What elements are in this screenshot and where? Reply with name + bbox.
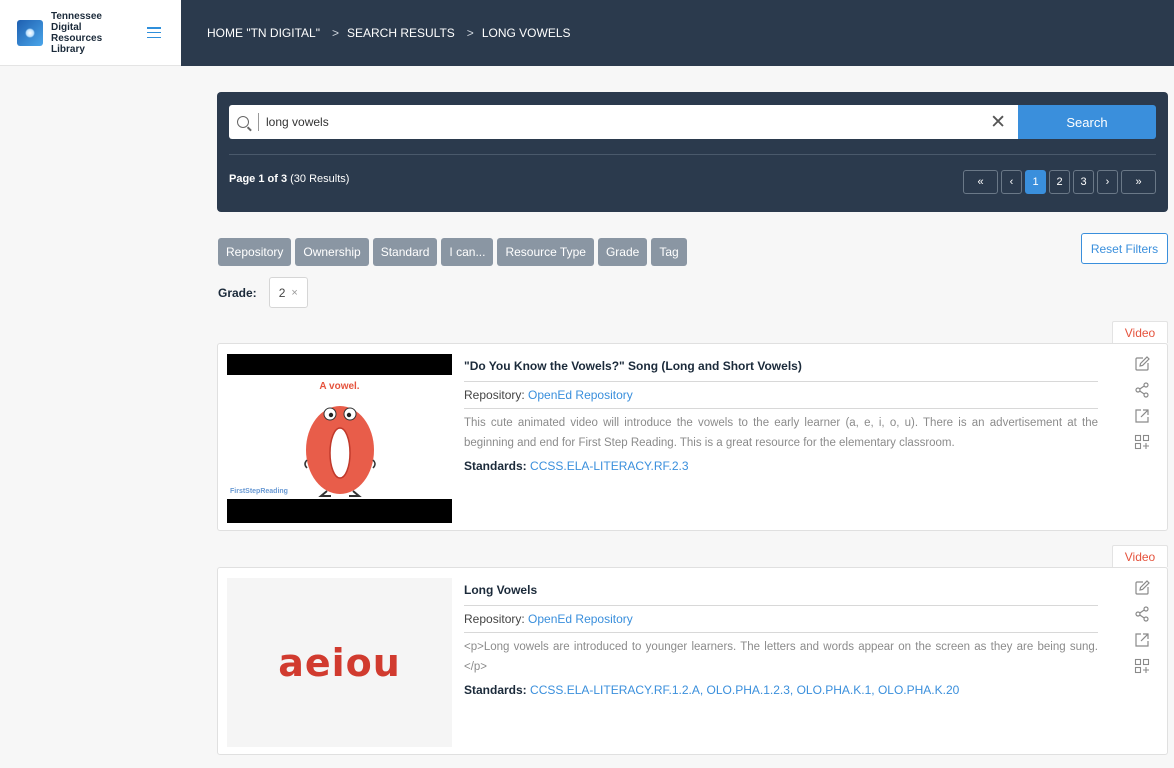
filter-tag[interactable]: Tag [651, 238, 687, 266]
result-description: <p>Long vowels are introduced to younger… [464, 641, 1098, 673]
share-icon[interactable] [1134, 606, 1150, 622]
search-box[interactable]: ✕ [229, 105, 1018, 139]
standards-link[interactable]: CCSS.ELA-LITERACY.RF.2.3 [530, 459, 689, 473]
type-tag: Video [1112, 545, 1168, 567]
result-card: A vowel. FirstStepReading "Do You Know t… [217, 343, 1168, 531]
edit-icon[interactable] [1134, 356, 1150, 372]
brand-name: Tennessee Digital Resources Library [51, 10, 103, 55]
result-actions [1129, 356, 1155, 450]
result-actions [1129, 580, 1155, 674]
clear-icon[interactable]: ✕ [990, 113, 1006, 132]
grade-chip-value: 2 [278, 285, 286, 300]
breadcrumb-separator: > [466, 26, 474, 40]
result-title[interactable]: "Do You Know the Vowels?" Song (Long and… [464, 354, 1098, 382]
grade-chip[interactable]: 2 × [268, 277, 308, 308]
results-summary: Page 1 of 3 (30 Results) [229, 173, 350, 185]
result-standards: Standards: CCSS.ELA-LITERACY.RF.2.3 [464, 459, 689, 473]
result-description: This cute animated video will introduce … [464, 417, 1098, 449]
search-panel: ✕ Search « ‹ 1 2 3 › » [217, 92, 1168, 212]
thumbnail-frame: A vowel. FirstStepReading [227, 375, 452, 499]
last-page-button[interactable]: » [1121, 170, 1156, 194]
add-collection-icon[interactable] [1134, 434, 1150, 450]
video-thumbnail[interactable]: A vowel. FirstStepReading [227, 354, 452, 523]
breadcrumb-home[interactable]: HOME "TN DIGITAL" [207, 26, 320, 40]
result-standards: Standards: CCSS.ELA-LITERACY.RF.1.2.A, O… [464, 683, 960, 697]
logo-icon [17, 19, 43, 46]
breadcrumb-separator: > [331, 26, 339, 40]
result-repository: Repository: OpenEd Repository [464, 382, 1098, 409]
remove-chip-icon[interactable]: × [291, 287, 297, 299]
filter-standard[interactable]: Standard [372, 238, 438, 266]
thumbnail-caption: A vowel. [319, 381, 360, 392]
active-filter-label: Grade: [218, 285, 257, 300]
page-1-button[interactable]: 1 [1025, 170, 1046, 194]
page-3-button[interactable]: 3 [1073, 170, 1094, 194]
pagination: « ‹ 1 2 3 › » [963, 170, 1156, 194]
filter-ownership[interactable]: Ownership [295, 238, 369, 266]
edit-icon[interactable] [1134, 580, 1150, 596]
thumbnail-watermark: FirstStepReading [230, 488, 288, 495]
result-body: "Do You Know the Vowels?" Song (Long and… [464, 354, 1098, 473]
result-body: Long Vowels Repository: OpenEd Repositor… [464, 578, 1098, 697]
vowel-character-illustration [304, 406, 376, 497]
brand[interactable]: Tennessee Digital Resources Library [0, 0, 181, 66]
panel-divider [229, 154, 1156, 155]
search-button[interactable]: Search [1018, 105, 1156, 139]
result-repository: Repository: OpenEd Repository [464, 606, 1098, 633]
breadcrumb: HOME "TN DIGITAL" > SEARCH RESULTS > LON… [181, 0, 1174, 66]
search-icon [237, 116, 249, 128]
video-thumbnail[interactable]: aeiou [227, 578, 452, 747]
filter-i-can[interactable]: I can... [441, 238, 494, 266]
search-row: ✕ Search [229, 105, 1156, 139]
next-page-button[interactable]: › [1097, 170, 1118, 194]
search-input[interactable] [266, 115, 991, 129]
page-2-button[interactable]: 2 [1049, 170, 1070, 194]
type-tag: Video [1112, 321, 1168, 343]
open-external-icon[interactable] [1134, 632, 1150, 648]
thumbnail-text: aeiou [278, 640, 401, 685]
filter-bar: Repository Ownership Standard I can... R… [218, 238, 687, 266]
repository-link[interactable]: OpenEd Repository [528, 612, 633, 626]
share-icon[interactable] [1134, 382, 1150, 398]
reset-filters-button[interactable]: Reset Filters [1081, 233, 1168, 264]
active-filters: Grade: 2 × [218, 277, 308, 308]
filter-resource-type[interactable]: Resource Type [497, 238, 594, 266]
prev-page-button[interactable]: ‹ [1001, 170, 1022, 194]
first-page-button[interactable]: « [963, 170, 998, 194]
result-title[interactable]: Long Vowels [464, 578, 1098, 606]
standards-link[interactable]: CCSS.ELA-LITERACY.RF.1.2.A, OLO.PHA.1.2.… [530, 683, 959, 697]
search-divider [258, 113, 259, 131]
breadcrumb-current: LONG VOWELS [481, 26, 571, 40]
breadcrumb-search[interactable]: SEARCH RESULTS [347, 26, 455, 40]
repository-link[interactable]: OpenEd Repository [528, 388, 633, 402]
hamburger-icon[interactable] [147, 27, 161, 38]
filter-repository[interactable]: Repository [218, 238, 292, 266]
open-external-icon[interactable] [1134, 408, 1150, 424]
top-bar: Tennessee Digital Resources Library HOME… [0, 0, 1174, 66]
filter-grade[interactable]: Grade [597, 238, 648, 266]
result-card: aeiou Long Vowels Repository: OpenEd Rep… [217, 567, 1168, 755]
add-collection-icon[interactable] [1134, 658, 1150, 674]
